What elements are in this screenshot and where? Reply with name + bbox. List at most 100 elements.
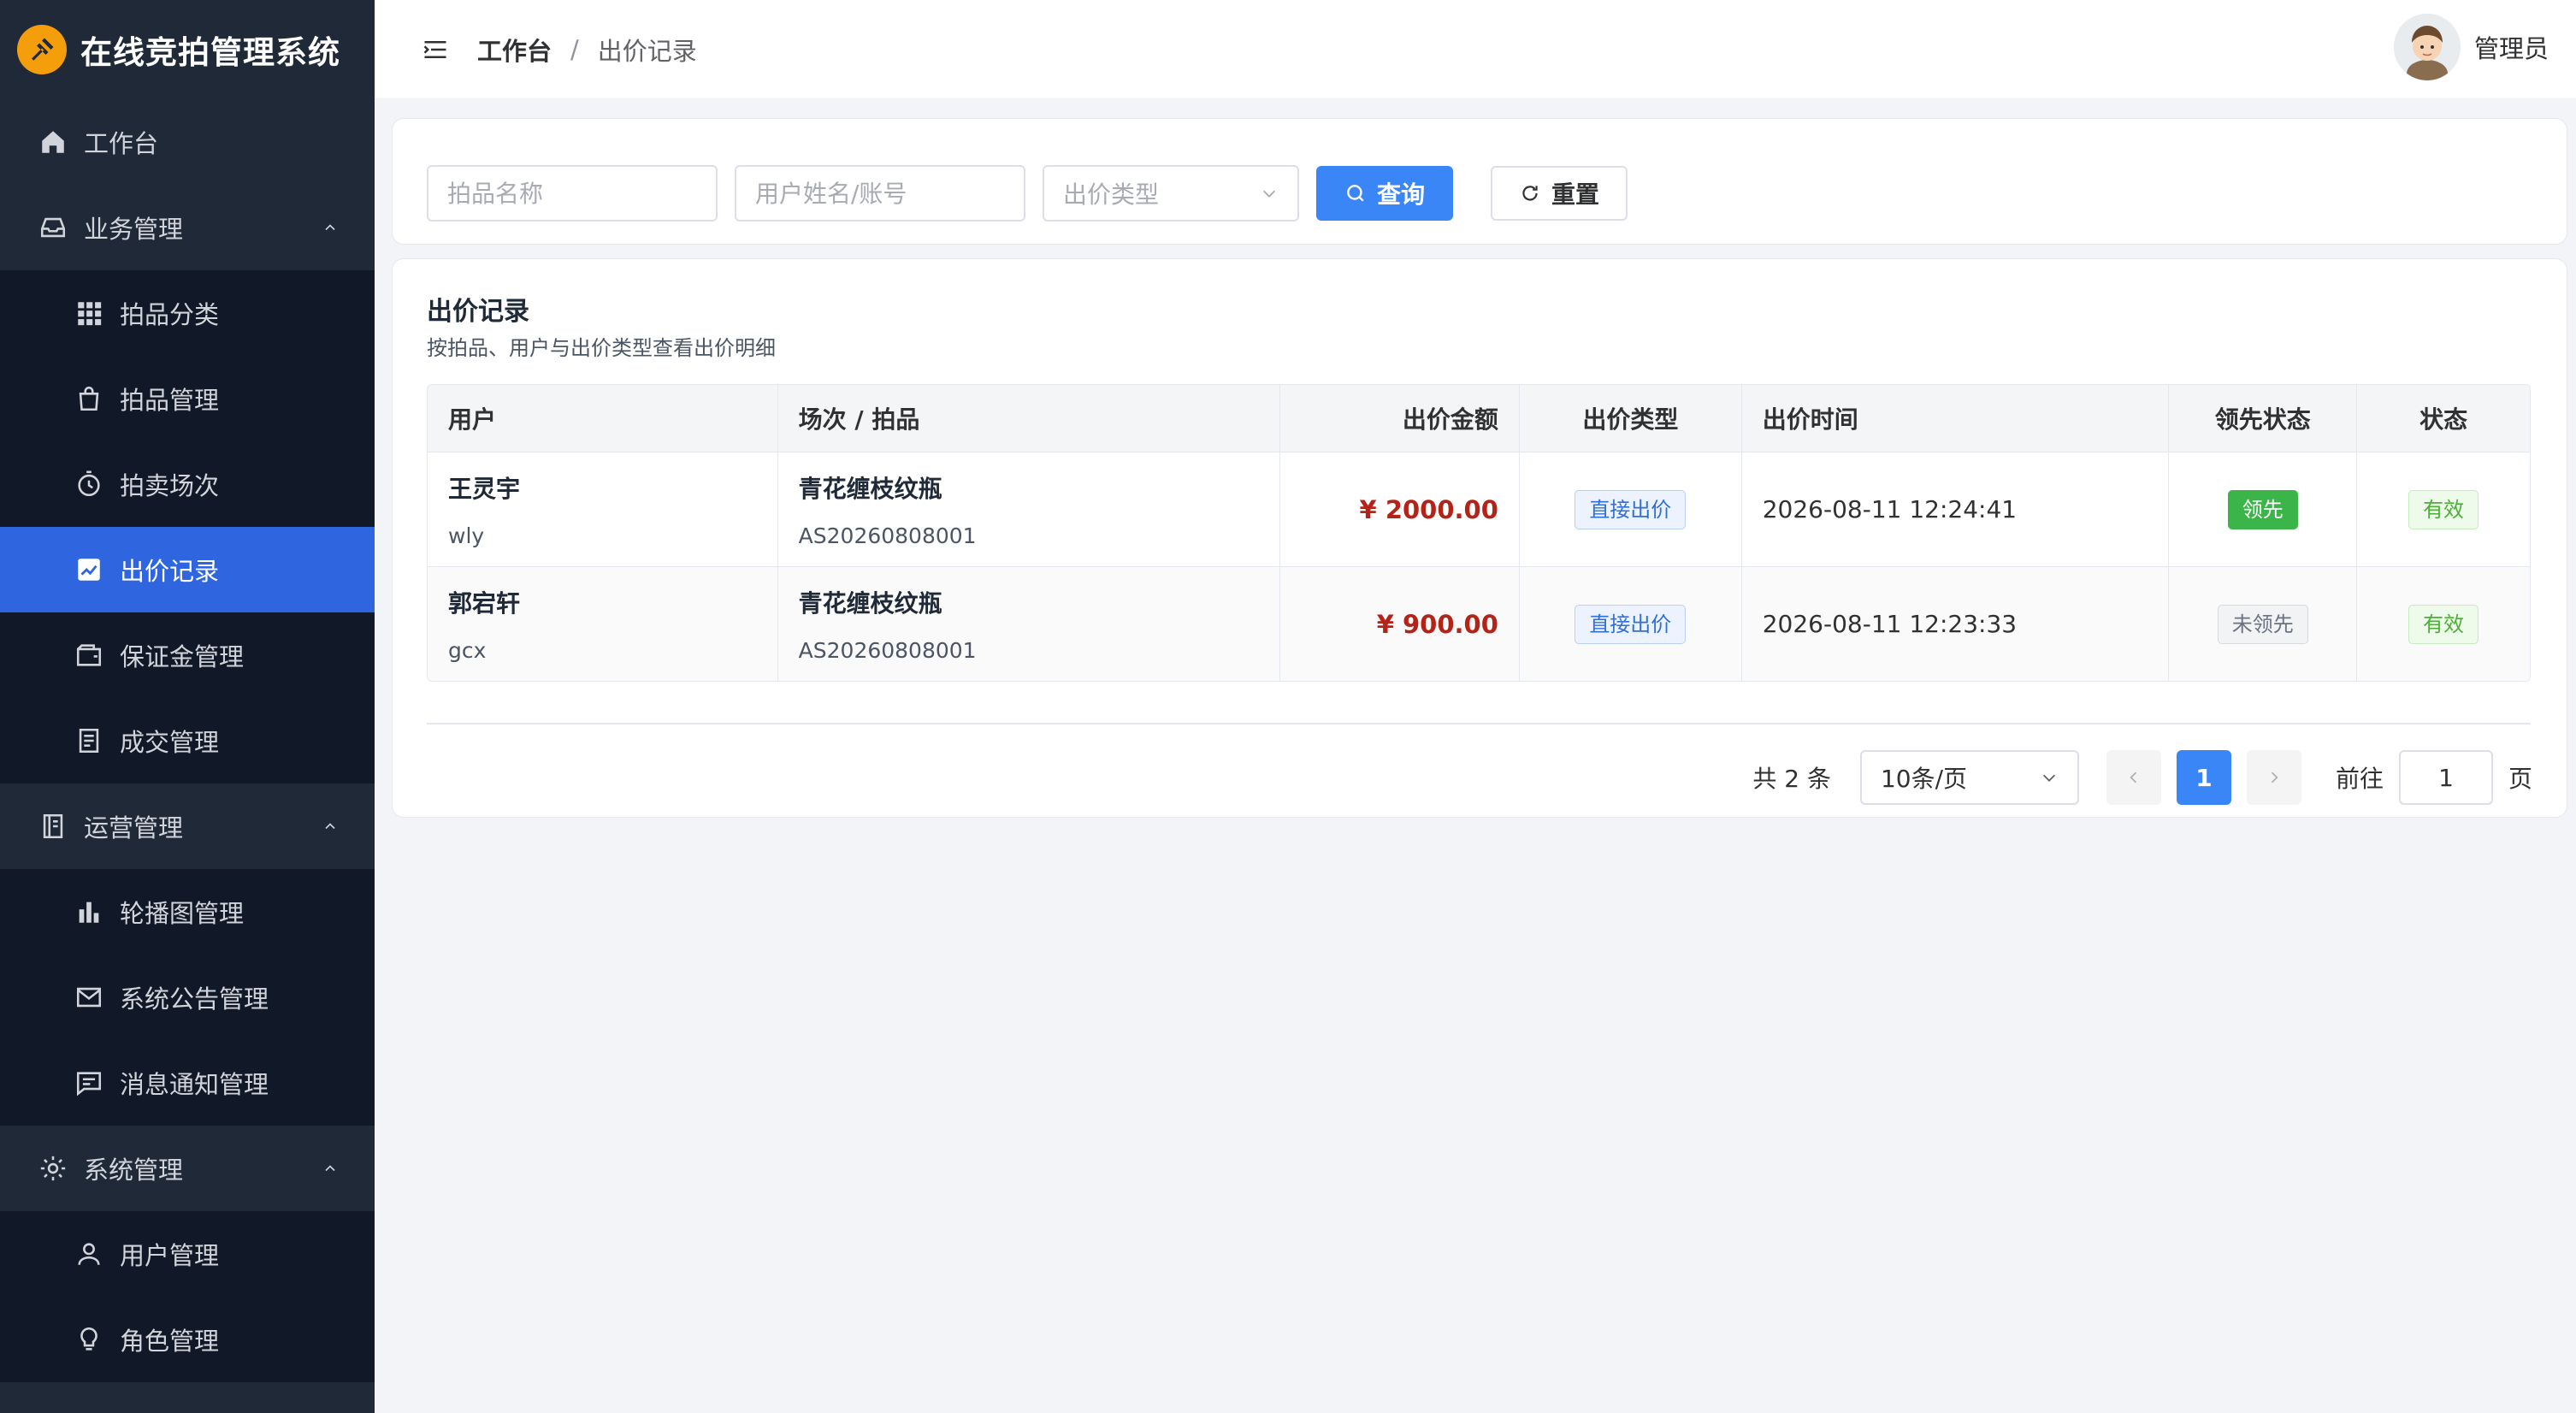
col-bid-type: 出价类型	[1520, 385, 1742, 452]
time-cell: 2026-08-11 12:23:33	[1742, 567, 2170, 681]
bid-type-cell: 直接出价	[1520, 567, 1742, 681]
main-content: 出价类型 查询 重置 出价记录 按拍品、用户与出价类型查看出价明细 用户 场次 …	[375, 99, 2576, 1413]
list-title: 出价记录	[427, 297, 529, 327]
sidebar-item-workbench[interactable]: 工作台	[0, 99, 375, 185]
status-badge: 有效	[2408, 604, 2479, 644]
notebook-icon	[38, 811, 68, 842]
user-account: gcx	[448, 638, 487, 663]
user-field[interactable]	[735, 165, 1025, 222]
user-name: 王灵宇	[448, 475, 521, 503]
col-time: 出价时间	[1742, 385, 2170, 452]
page-size-value: 10条/页	[1880, 765, 1968, 793]
page-suffix: 页	[2508, 765, 2532, 793]
sidebar-item-label: 轮播图管理	[120, 899, 245, 928]
lead-cell: 领先	[2169, 452, 2358, 566]
page-number-button[interactable]: 1	[2176, 750, 2231, 805]
sidebar-item-deposit[interactable]: 保证金管理	[0, 612, 375, 698]
avatar[interactable]	[2393, 14, 2461, 80]
bulb-icon	[74, 1324, 104, 1355]
document-icon	[74, 725, 104, 756]
goto-label: 前往	[2335, 765, 2384, 793]
bag-icon	[74, 383, 104, 414]
item-name: 青花缠枝纹瓶	[798, 589, 942, 618]
bid-type-placeholder: 出价类型	[1063, 180, 1160, 209]
chevron-down-icon	[2042, 774, 2056, 782]
sidebar-item-carousel[interactable]: 轮播图管理	[0, 869, 375, 955]
bid-type-cell: 直接出价	[1520, 452, 1742, 566]
user-input[interactable]	[755, 179, 1005, 208]
page-size-select[interactable]: 10条/页	[1859, 750, 2079, 805]
breadcrumb: 工作台 / 出价记录	[477, 32, 697, 68]
item-cell: 青花缠枝纹瓶 AS20260808001	[778, 452, 1281, 566]
chevron-left-icon	[2130, 772, 2137, 783]
sidebar-item-label: 工作台	[84, 129, 159, 158]
user-name: 郭宕轩	[448, 589, 521, 618]
reset-button[interactable]: 重置	[1491, 166, 1628, 221]
session-no: AS20260808001	[798, 638, 977, 663]
reset-button-label: 重置	[1551, 180, 1599, 209]
filter-card: 出价类型 查询 重置	[392, 118, 2567, 245]
table-row[interactable]: 郭宕轩 gcx 青花缠枝纹瓶 AS20260808001 ¥ 900.00 直接…	[428, 566, 2530, 681]
goto-page-input[interactable]: 1	[2398, 750, 2493, 805]
lead-badge: 领先	[2227, 489, 2298, 529]
sidebar-item-deals[interactable]: 成交管理	[0, 698, 375, 783]
status-cell: 有效	[2357, 567, 2530, 681]
bid-type-select[interactable]: 出价类型	[1043, 165, 1299, 222]
gavel-logo-icon	[17, 25, 67, 74]
col-user: 用户	[428, 385, 778, 452]
col-amount: 出价金额	[1280, 385, 1520, 452]
lead-cell: 未领先	[2169, 567, 2358, 681]
sidebar-item-sessions[interactable]: 拍卖场次	[0, 441, 375, 527]
sidebar-group-business[interactable]: 业务管理	[0, 185, 375, 270]
bid-time: 2026-08-11 12:24:41	[1762, 495, 2018, 523]
next-page-button[interactable]	[2246, 750, 2301, 805]
status-badge: 有效	[2408, 489, 2479, 529]
item-cell: 青花缠枝纹瓶 AS20260808001	[778, 567, 1281, 681]
sidebar-item-notifications[interactable]: 消息通知管理	[0, 1040, 375, 1126]
app-title: 在线竞拍管理系统	[80, 34, 340, 71]
col-item: 场次 / 拍品	[778, 385, 1281, 452]
bid-amount: ¥ 2000.00	[1359, 494, 1498, 524]
wallet-icon	[74, 640, 104, 671]
session-no: AS20260808001	[798, 523, 977, 548]
stopwatch-icon	[74, 469, 104, 500]
divider	[427, 723, 2531, 724]
sidebar-item-category[interactable]: 拍品分类	[0, 270, 375, 356]
sidebar-item-label: 成交管理	[120, 728, 220, 757]
sidebar-item-announcements[interactable]: 系统公告管理	[0, 955, 375, 1040]
home-icon	[38, 127, 68, 157]
sidebar-group-operations[interactable]: 运营管理	[0, 783, 375, 869]
sidebar-item-users[interactable]: 用户管理	[0, 1211, 375, 1297]
sidebar-item-label: 拍品管理	[120, 386, 220, 415]
sidebar-item-label: 用户管理	[120, 1241, 220, 1270]
table-row[interactable]: 王灵宇 wly 青花缠枝纹瓶 AS20260808001 ¥ 2000.00 直…	[428, 452, 2530, 566]
chevron-down-icon	[1262, 190, 1276, 198]
user-account: wly	[448, 523, 485, 548]
sidebar-item-label: 系统管理	[84, 1156, 184, 1185]
sidebar-item-label: 拍品分类	[120, 300, 220, 329]
sidebar: 在线竞拍管理系统 工作台 业务管理 拍品分类 拍品管理 拍卖场次 出价记录 保证…	[0, 0, 375, 1413]
sidebar-item-label: 消息通知管理	[120, 1070, 269, 1099]
bid-list-card: 出价记录 按拍品、用户与出价类型查看出价明细 用户 场次 / 拍品 出价金额 出…	[392, 258, 2567, 818]
user-name[interactable]: 管理员	[2474, 29, 2549, 65]
sidebar-group-system[interactable]: 系统管理	[0, 1126, 375, 1211]
item-name: 青花缠枝纹瓶	[798, 475, 942, 503]
col-lead: 领先状态	[2169, 385, 2358, 452]
user-menu[interactable]: 管理员	[2393, 14, 2549, 80]
prev-page-button[interactable]	[2106, 750, 2161, 805]
sidebar-menu: 工作台 业务管理 拍品分类 拍品管理 拍卖场次 出价记录 保证金管理 成交管理 …	[0, 99, 375, 1382]
search-button[interactable]: 查询	[1316, 166, 1453, 221]
user-icon	[74, 1239, 104, 1269]
sidebar-item-bids[interactable]: 出价记录	[0, 527, 375, 612]
item-name-input[interactable]	[447, 179, 697, 208]
item-name-field[interactable]	[427, 165, 718, 222]
refresh-icon	[1522, 186, 1538, 201]
sidebar-item-items[interactable]: 拍品管理	[0, 356, 375, 441]
sidebar-item-label: 拍卖场次	[120, 471, 220, 500]
chevron-up-icon	[325, 823, 335, 830]
sidebar-item-label: 系统公告管理	[120, 984, 269, 1014]
collapse-menu-icon[interactable]	[422, 36, 450, 63]
chevron-right-icon	[2271, 772, 2278, 783]
breadcrumb-root[interactable]: 工作台	[477, 32, 552, 68]
sidebar-item-roles[interactable]: 角色管理	[0, 1297, 375, 1382]
